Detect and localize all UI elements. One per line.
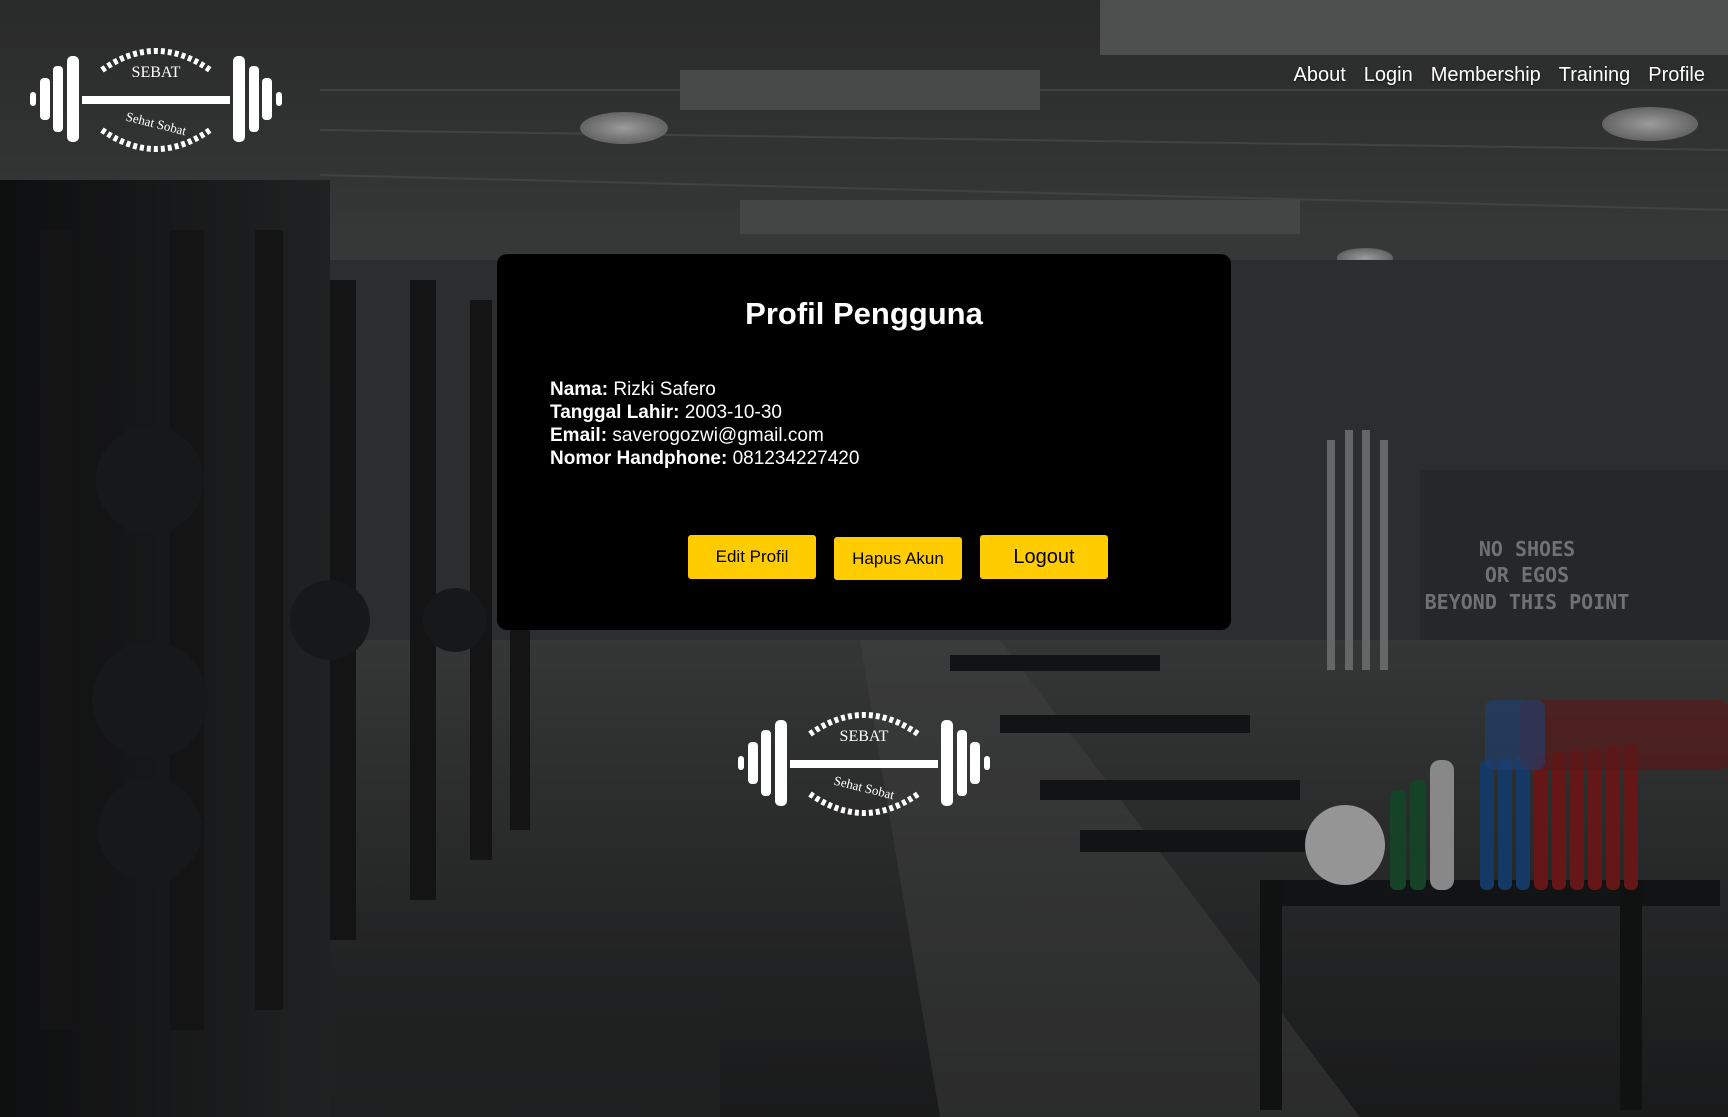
profile-phone-row: Nomor Handphone: 081234227420 xyxy=(550,447,859,470)
profile-birthdate-value: 2003-10-30 xyxy=(684,402,782,423)
profile-birthdate-row: Tanggal Lahir: 2003-10-30 xyxy=(550,401,859,424)
profile-title: Profil Pengguna xyxy=(745,296,983,331)
logout-button[interactable]: Logout xyxy=(980,535,1108,579)
profile-name-row: Nama: Rizki Safero xyxy=(550,378,859,401)
profile-phone-label: Nomor Handphone: xyxy=(550,448,728,469)
nav-about[interactable]: About xyxy=(1294,64,1346,87)
nav-login[interactable]: Login xyxy=(1364,64,1413,87)
profile-email-value: saverogozwi@gmail.com xyxy=(612,425,824,446)
nav-profile[interactable]: Profile xyxy=(1648,64,1705,87)
logo-brand-top: SEBAT xyxy=(132,64,181,81)
sebat-logo-center: SEBAT Sehat Sobat xyxy=(738,712,990,816)
logo-brand-bottom: Sehat Sobat xyxy=(124,109,188,139)
profile-email-label: Email: xyxy=(550,425,608,446)
profile-birthdate-label: Tanggal Lahir: xyxy=(550,402,680,423)
profile-name-value: Rizki Safero xyxy=(613,379,716,400)
nav-membership[interactable]: Membership xyxy=(1431,64,1541,87)
edit-profile-button[interactable]: Edit Profil xyxy=(688,535,816,579)
profile-email-row: Email: saverogozwi@gmail.com xyxy=(550,424,859,447)
profile-phone-value: 081234227420 xyxy=(732,448,860,469)
logo-center-brand-bottom: Sehat Sobat xyxy=(832,773,896,803)
nav-training[interactable]: Training xyxy=(1559,64,1631,87)
page: NO SHOES OR EGOS BEYOND THIS POINT SEBAT… xyxy=(0,0,1728,1117)
logo-center-brand-top: SEBAT xyxy=(840,728,889,745)
profile-info: Nama: Rizki Safero Tanggal Lahir: 2003-1… xyxy=(550,378,859,470)
top-navigation: About Login Membership Training Profile xyxy=(1276,64,1705,87)
sebat-logo[interactable]: SEBAT Sehat Sobat xyxy=(30,40,282,160)
delete-account-button[interactable]: Hapus Akun xyxy=(834,537,962,580)
profile-name-label: Nama: xyxy=(550,379,609,400)
profile-card: Profil Pengguna Nama: Rizki Safero Tangg… xyxy=(497,254,1231,630)
